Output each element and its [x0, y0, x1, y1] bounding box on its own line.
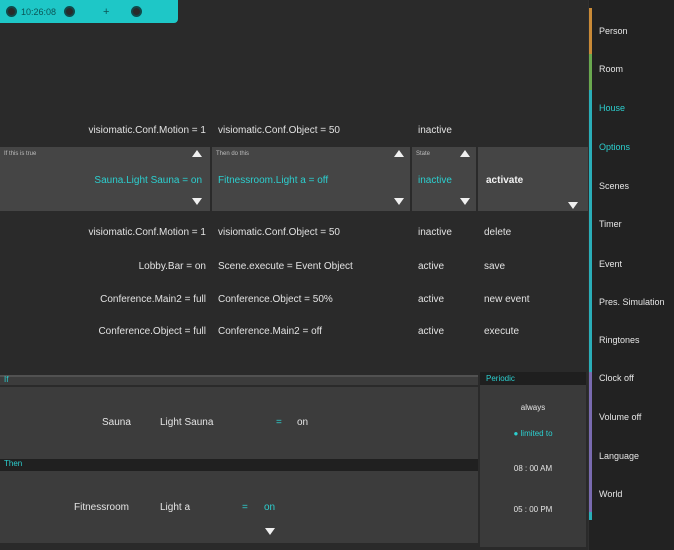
rule-if: visiomatic.Conf.Motion = 1	[88, 124, 206, 136]
rule-row[interactable]: visiomatic.Conf.Motion = 1 visiomatic.Co…	[0, 219, 588, 245]
room-indicator	[589, 54, 592, 90]
main-panel: visiomatic.Conf.Motion = 1 visiomatic.Co…	[0, 0, 588, 550]
sidebar-item-world[interactable]: World	[599, 489, 622, 499]
rule-if: Conference.Main2 = full	[100, 293, 206, 305]
person-indicator	[589, 8, 592, 54]
if-operator[interactable]: =	[276, 417, 282, 428]
periodic-limited[interactable]: ● limited to	[480, 429, 586, 438]
clock-indicator	[589, 372, 592, 512]
sidebar-item-room[interactable]: Room	[599, 64, 623, 74]
rule-then: Scene.execute = Event Object	[218, 260, 353, 272]
periodic-title: Periodic	[480, 372, 586, 385]
then-selector[interactable]: Then do this Fitnessroom.Light a = off	[212, 147, 412, 211]
if-selector[interactable]: If this is true Sauna.Light Sauna = on	[0, 147, 212, 211]
status-pill[interactable]: 10:26:08 +	[0, 0, 178, 23]
if-scroll-up-icon[interactable]	[192, 150, 202, 157]
then-selector-label: Then do this	[216, 151, 250, 157]
sidebar-item-volume-off[interactable]: Volume off	[599, 412, 641, 422]
then-scroll-up-icon[interactable]	[394, 150, 404, 157]
then-selector-value[interactable]: Fitnessroom.Light a = off	[218, 175, 328, 186]
rule-row-header[interactable]: visiomatic.Conf.Motion = 1 visiomatic.Co…	[0, 117, 588, 143]
if-section: Sauna Light Sauna = on	[0, 387, 478, 459]
rule-if: Conference.Object = full	[98, 325, 206, 337]
sidebar-item-event[interactable]: Event	[599, 259, 622, 269]
then-operator[interactable]: =	[242, 502, 248, 513]
rule-state: active	[418, 325, 445, 337]
action-dropdown-icon[interactable]	[568, 202, 578, 209]
state-scroll-up-icon[interactable]	[460, 150, 470, 157]
rule-state: inactive	[418, 226, 452, 238]
power-icon[interactable]	[131, 6, 143, 17]
rule-then: Conference.Object = 50%	[218, 293, 333, 305]
sidebar-item-house[interactable]: House	[599, 103, 625, 113]
state-selector[interactable]: State inactive	[412, 147, 478, 211]
then-value-dropdown-icon[interactable]	[265, 528, 275, 535]
rule-if: visiomatic.Conf.Motion = 1	[88, 226, 206, 238]
then-section-title: Then	[4, 459, 23, 468]
clock-icon	[6, 6, 17, 17]
rule-row[interactable]: Lobby.Bar = on Scene.execute = Event Obj…	[0, 253, 588, 279]
rule-state: active	[418, 293, 445, 305]
if-device[interactable]: Light Sauna	[160, 417, 213, 428]
rule-action-new-event[interactable]: new event	[484, 294, 530, 305]
then-scroll-down-icon[interactable]	[394, 198, 404, 205]
rule-state: inactive	[418, 124, 452, 136]
if-section-title: If	[4, 375, 9, 384]
state-selector-label: State	[416, 151, 431, 157]
rule-row[interactable]: Conference.Object = full Conference.Main…	[0, 318, 588, 344]
then-section: Fitnessroom Light a = on	[0, 471, 478, 543]
periodic-limited-label: limited to	[520, 429, 553, 438]
rule-row[interactable]: Conference.Main2 = full Conference.Objec…	[0, 286, 588, 312]
sidebar-item-ringtones[interactable]: Ringtones	[599, 335, 640, 345]
rule-if: Lobby.Bar = on	[138, 260, 206, 272]
then-room[interactable]: Fitnessroom	[74, 502, 129, 513]
state-selector-value[interactable]: inactive	[418, 175, 452, 186]
then-device[interactable]: Light a	[160, 502, 190, 513]
rule-state: active	[418, 260, 445, 272]
if-section-header: If	[0, 375, 478, 385]
rule-selector: If this is true Sauna.Light Sauna = on T…	[0, 147, 588, 211]
periodic-always[interactable]: always	[480, 403, 586, 412]
sidebar-item-language[interactable]: Language	[599, 451, 639, 461]
radio-dot-icon: ●	[513, 429, 521, 438]
settings-icon[interactable]	[64, 6, 76, 17]
rule-action-execute[interactable]: execute	[484, 326, 519, 337]
sidebar-item-pres-simulation[interactable]: Pres. Simulation	[599, 297, 665, 307]
periodic-panel: Periodic always ● limited to 08 : 00 AM …	[478, 372, 586, 547]
then-value[interactable]: on	[264, 502, 275, 513]
periodic-to-time[interactable]: 05 : 00 PM	[480, 505, 586, 514]
periodic-from-time[interactable]: 08 : 00 AM	[480, 464, 586, 473]
sidebar-item-timer[interactable]: Timer	[599, 219, 622, 229]
add-icon[interactable]: +	[103, 6, 109, 18]
if-scroll-down-icon[interactable]	[192, 198, 202, 205]
if-selector-value[interactable]: Sauna.Light Sauna = on	[94, 175, 202, 186]
sidebar-item-scenes[interactable]: Scenes	[599, 181, 629, 191]
action-selector-value[interactable]: activate	[486, 175, 523, 186]
sidebar-item-clock-off[interactable]: Clock off	[599, 373, 634, 383]
rule-then: visiomatic.Conf.Object = 50	[218, 124, 340, 136]
rule-action-delete[interactable]: delete	[484, 227, 511, 238]
then-section-header: Then	[0, 459, 478, 471]
if-value[interactable]: on	[297, 417, 308, 428]
sidebar-item-person[interactable]: Person	[599, 26, 628, 36]
rule-action-save[interactable]: save	[484, 261, 505, 272]
rule-then: visiomatic.Conf.Object = 50	[218, 226, 340, 238]
sidebar-item-options[interactable]: Options	[599, 142, 630, 152]
rule-then: Conference.Main2 = off	[218, 325, 323, 337]
if-room[interactable]: Sauna	[102, 417, 131, 428]
sidebar: Person Room House Options Scenes Timer E…	[588, 0, 674, 550]
if-selector-label: If this is true	[4, 151, 37, 157]
state-scroll-down-icon[interactable]	[460, 198, 470, 205]
clock-time: 10:26:08	[21, 6, 57, 17]
